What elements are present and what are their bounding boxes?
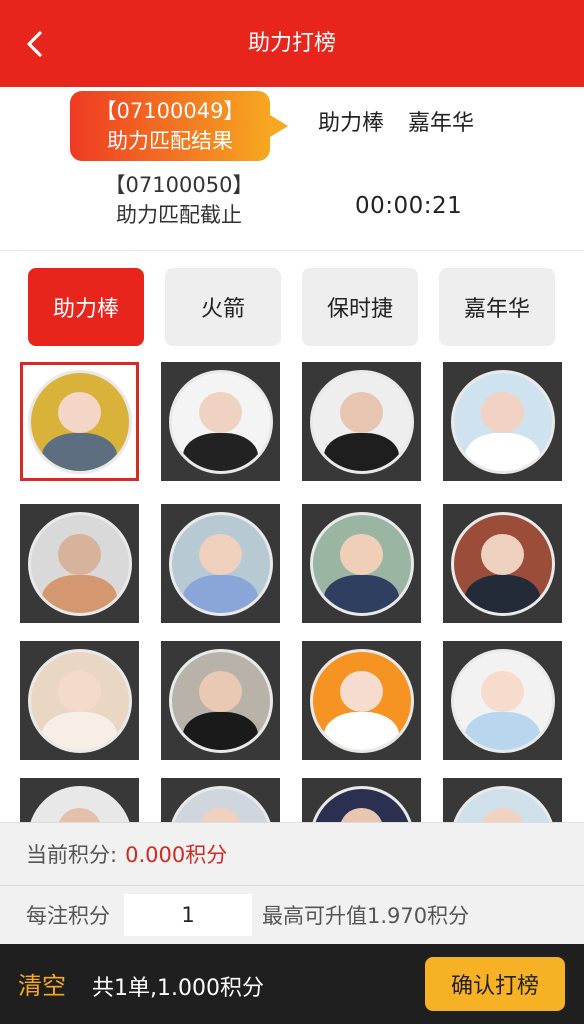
streamer-avatar-cell[interactable] bbox=[302, 362, 421, 481]
streamer-avatar-cell[interactable] bbox=[302, 504, 421, 623]
order-summary: 共1单,1.000积分 bbox=[92, 976, 264, 1001]
stake-label: 每注积分 bbox=[26, 904, 110, 928]
streamer-avatar-cell[interactable] bbox=[443, 641, 562, 760]
avatar bbox=[27, 785, 132, 822]
page-title: 助力打榜 bbox=[247, 31, 336, 56]
avatar bbox=[309, 369, 414, 474]
countdown-timer: 00:00:21 bbox=[355, 193, 463, 219]
stake-input[interactable] bbox=[124, 894, 252, 936]
streamer-avatar-cell[interactable] bbox=[443, 778, 562, 822]
current-points-row: 当前积分: 0.000积分 bbox=[0, 823, 584, 886]
streamer-avatar-cell[interactable] bbox=[20, 641, 139, 760]
stake-row: 每注积分 最高可升值1.970积分 bbox=[0, 885, 584, 945]
streamer-avatar-cell[interactable] bbox=[161, 504, 280, 623]
draw-info-panel: 【07100049】 助力匹配结果 助力棒 嘉年华 【07100050】 助力匹配… bbox=[0, 87, 584, 251]
avatar bbox=[450, 369, 555, 474]
streamer-avatar-cell[interactable] bbox=[302, 641, 421, 760]
streamer-avatar-cell[interactable] bbox=[443, 362, 562, 481]
avatar bbox=[309, 511, 414, 616]
streamer-avatar-cell[interactable] bbox=[20, 504, 139, 623]
next-issue-number: 【07100050】 bbox=[104, 173, 254, 197]
streamer-avatar-cell[interactable] bbox=[302, 778, 421, 822]
tab-support-stick[interactable]: 助力棒 bbox=[28, 268, 144, 346]
avatar bbox=[168, 511, 273, 616]
streamer-avatar-cell[interactable] bbox=[20, 778, 139, 822]
next-issue-label: 助力匹配截止 bbox=[116, 203, 242, 227]
bet-panel: 当前积分: 0.000积分 每注积分 最高可升值1.970积分 bbox=[0, 822, 584, 945]
streamer-avatar-cell[interactable] bbox=[20, 362, 139, 481]
last-issue-label: 助力匹配结果 bbox=[107, 129, 233, 153]
current-points-label: 当前积分: bbox=[26, 843, 118, 867]
tab-rocket[interactable]: 火箭 bbox=[165, 268, 281, 346]
avatar bbox=[450, 785, 555, 822]
clear-button[interactable]: 清空 bbox=[18, 966, 66, 1001]
avatar bbox=[27, 648, 132, 753]
app-header: 助力打榜 bbox=[0, 0, 584, 87]
streamer-grid bbox=[0, 362, 584, 822]
tab-carnival[interactable]: 嘉年华 bbox=[439, 268, 555, 346]
avatar bbox=[450, 511, 555, 616]
next-issue: 【07100050】 助力匹配截止 bbox=[70, 170, 288, 230]
matched-item: 助力棒 bbox=[318, 111, 385, 136]
streamer-avatar-cell[interactable] bbox=[443, 504, 562, 623]
avatar bbox=[309, 648, 414, 753]
streamer-avatar-cell[interactable] bbox=[161, 362, 280, 481]
footer-bar: 清空 共1单,1.000积分 确认打榜 bbox=[0, 944, 584, 1024]
confirm-button[interactable]: 确认打榜 bbox=[425, 957, 565, 1011]
tab-porsche[interactable]: 保时捷 bbox=[302, 268, 418, 346]
avatar bbox=[309, 785, 414, 822]
last-result-badge: 【07100049】 助力匹配结果 bbox=[70, 91, 288, 161]
avatar bbox=[168, 369, 273, 474]
last-issue-number: 【07100049】 bbox=[95, 99, 245, 123]
avatar bbox=[168, 648, 273, 753]
streamer-avatar-cell[interactable] bbox=[161, 778, 280, 822]
gift-tabs: 助力棒 火箭 保时捷 嘉年华 bbox=[0, 268, 584, 346]
avatar bbox=[27, 369, 132, 474]
current-points-value: 0.000积分 bbox=[125, 843, 228, 867]
avatar bbox=[27, 511, 132, 616]
avatar bbox=[168, 785, 273, 822]
matched-item: 嘉年华 bbox=[408, 111, 475, 136]
max-payout-text: 最高可升值1.970积分 bbox=[262, 904, 470, 928]
streamer-avatar-cell[interactable] bbox=[161, 641, 280, 760]
matched-results: 助力棒 嘉年华 bbox=[318, 107, 498, 141]
avatar bbox=[450, 648, 555, 753]
